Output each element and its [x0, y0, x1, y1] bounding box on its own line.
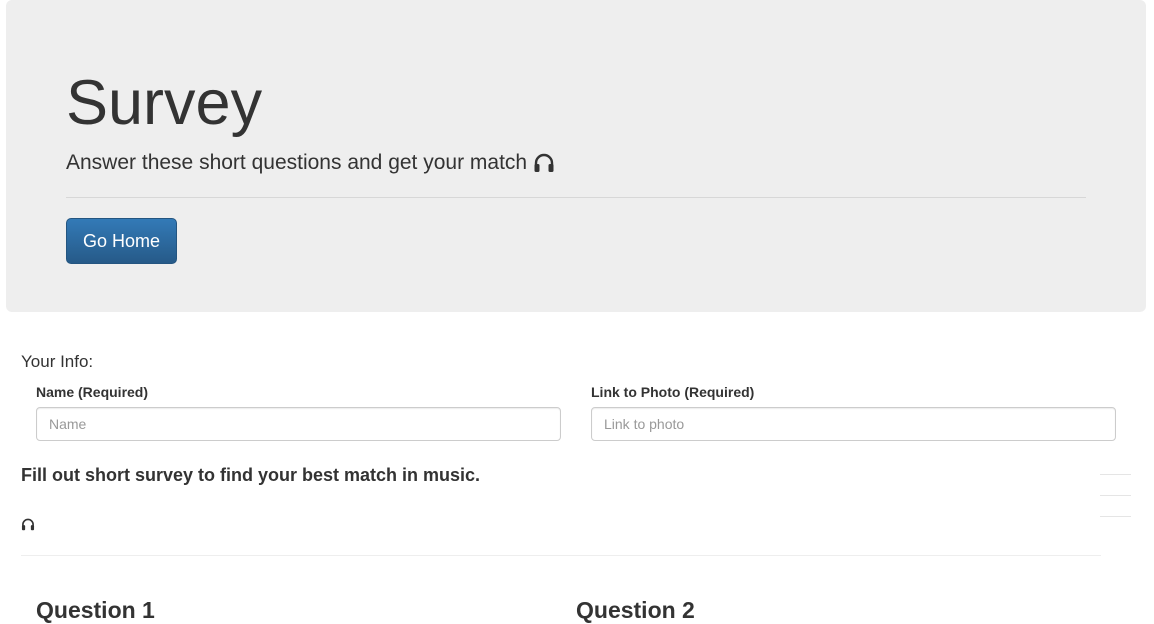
- name-input[interactable]: [36, 407, 561, 441]
- divider: [1100, 474, 1131, 495]
- header-divider: [66, 197, 1086, 198]
- question-1-title: Question 1: [36, 597, 155, 623]
- photo-link-label: Link to Photo (Required): [591, 384, 755, 400]
- jumbotron-header: Survey Answer these short questions and …: [6, 0, 1146, 312]
- lead-text: Answer these short questions and get you…: [66, 151, 528, 174]
- photo-link-input[interactable]: [591, 407, 1116, 441]
- headphones-icon: [533, 153, 555, 173]
- side-dividers: [1100, 474, 1131, 537]
- divider: [1100, 516, 1131, 537]
- your-info-label: Your Info:: [21, 352, 94, 371]
- question-2-title: Question 2: [576, 597, 695, 623]
- go-home-button[interactable]: Go Home: [66, 218, 177, 264]
- page-title: Survey: [66, 68, 263, 138]
- headphones-icon: [21, 518, 35, 536]
- divider: [1100, 495, 1131, 516]
- page-lead: Answer these short questions and get you…: [66, 149, 555, 177]
- name-label: Name (Required): [36, 384, 149, 400]
- section-divider: [21, 555, 1101, 556]
- survey-intro: Fill out short survey to find your best …: [21, 465, 481, 485]
